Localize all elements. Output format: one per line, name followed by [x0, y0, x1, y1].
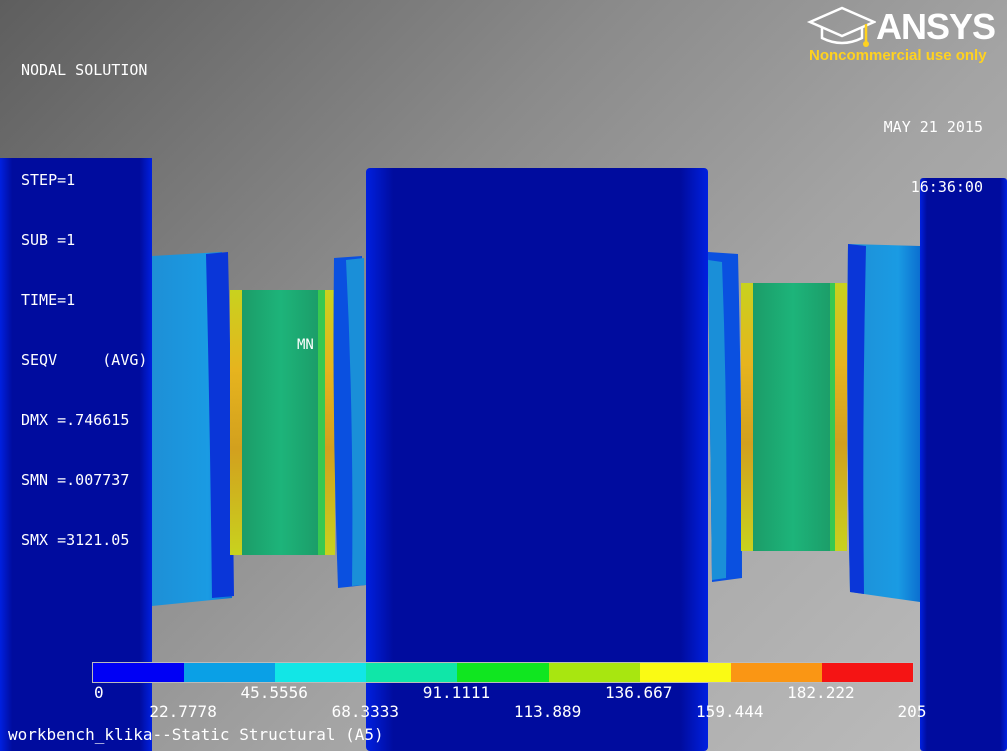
- legend-swatch: [366, 663, 458, 682]
- legend-label: 205: [897, 702, 927, 721]
- right-stress-edge-1: [741, 283, 753, 551]
- legend-label: 91.1111: [422, 683, 491, 702]
- timestamp-date: MAY 21 2015: [883, 118, 983, 136]
- legend-label: 182.222: [787, 683, 855, 702]
- right-green-band: [753, 283, 833, 551]
- smn-value: SMN =.007737: [21, 471, 130, 489]
- license-notice: Noncommercial use only: [809, 47, 987, 64]
- legend-label: 136.667: [604, 683, 673, 702]
- result-type: SEQV (AVG): [21, 351, 148, 369]
- legend-swatch: [730, 663, 822, 682]
- contour-legend: [92, 662, 914, 683]
- ansys-wordmark: ANSYS: [876, 6, 996, 47]
- legend-swatch: [93, 663, 185, 682]
- smx-value: SMX =3121.05: [21, 531, 130, 549]
- graduation-cap-icon: [806, 6, 876, 47]
- legend-label: 45.5556: [240, 683, 308, 702]
- job-title: workbench_klika--Static Structural (A5): [8, 725, 384, 744]
- left-stress-edge-2: [325, 290, 335, 555]
- solution-title: NODAL SOLUTION: [21, 61, 148, 79]
- legend-label: 22.7778: [149, 702, 217, 721]
- substep-value: SUB =1: [21, 231, 76, 249]
- legend-swatch: [275, 663, 367, 682]
- legend-swatch: [184, 663, 276, 682]
- legend-swatch: [821, 663, 913, 682]
- left-green-band: [242, 290, 320, 555]
- timestamp: MAY 21 2015 16:36:00: [884, 77, 983, 217]
- left-stress-edge-1: [230, 290, 242, 555]
- timestamp-time: 16:36:00: [910, 178, 983, 196]
- legend-swatch: [457, 663, 549, 682]
- legend-label: 68.3333: [331, 702, 400, 721]
- right-outer-block: [920, 178, 1007, 751]
- fea-model-render: [0, 158, 1007, 751]
- legend-label: 113.889: [513, 702, 582, 721]
- legend-label: 159.444: [696, 702, 764, 721]
- legend-swatch: [548, 663, 640, 682]
- right-stress-edge-2: [835, 283, 847, 551]
- ansys-logo: ANSYS Noncommercial use only: [806, 4, 1004, 68]
- dmx-value: DMX =.746615: [21, 411, 130, 429]
- legend-label: 0: [94, 683, 104, 702]
- time-value: TIME=1: [21, 291, 76, 309]
- step-value: STEP=1: [21, 171, 76, 189]
- solution-info: NODAL SOLUTION STEP=1 SUB =1 TIME=1 SEQV…: [21, 20, 147, 570]
- legend-swatch: [639, 663, 731, 682]
- minimum-marker: MN: [297, 337, 314, 353]
